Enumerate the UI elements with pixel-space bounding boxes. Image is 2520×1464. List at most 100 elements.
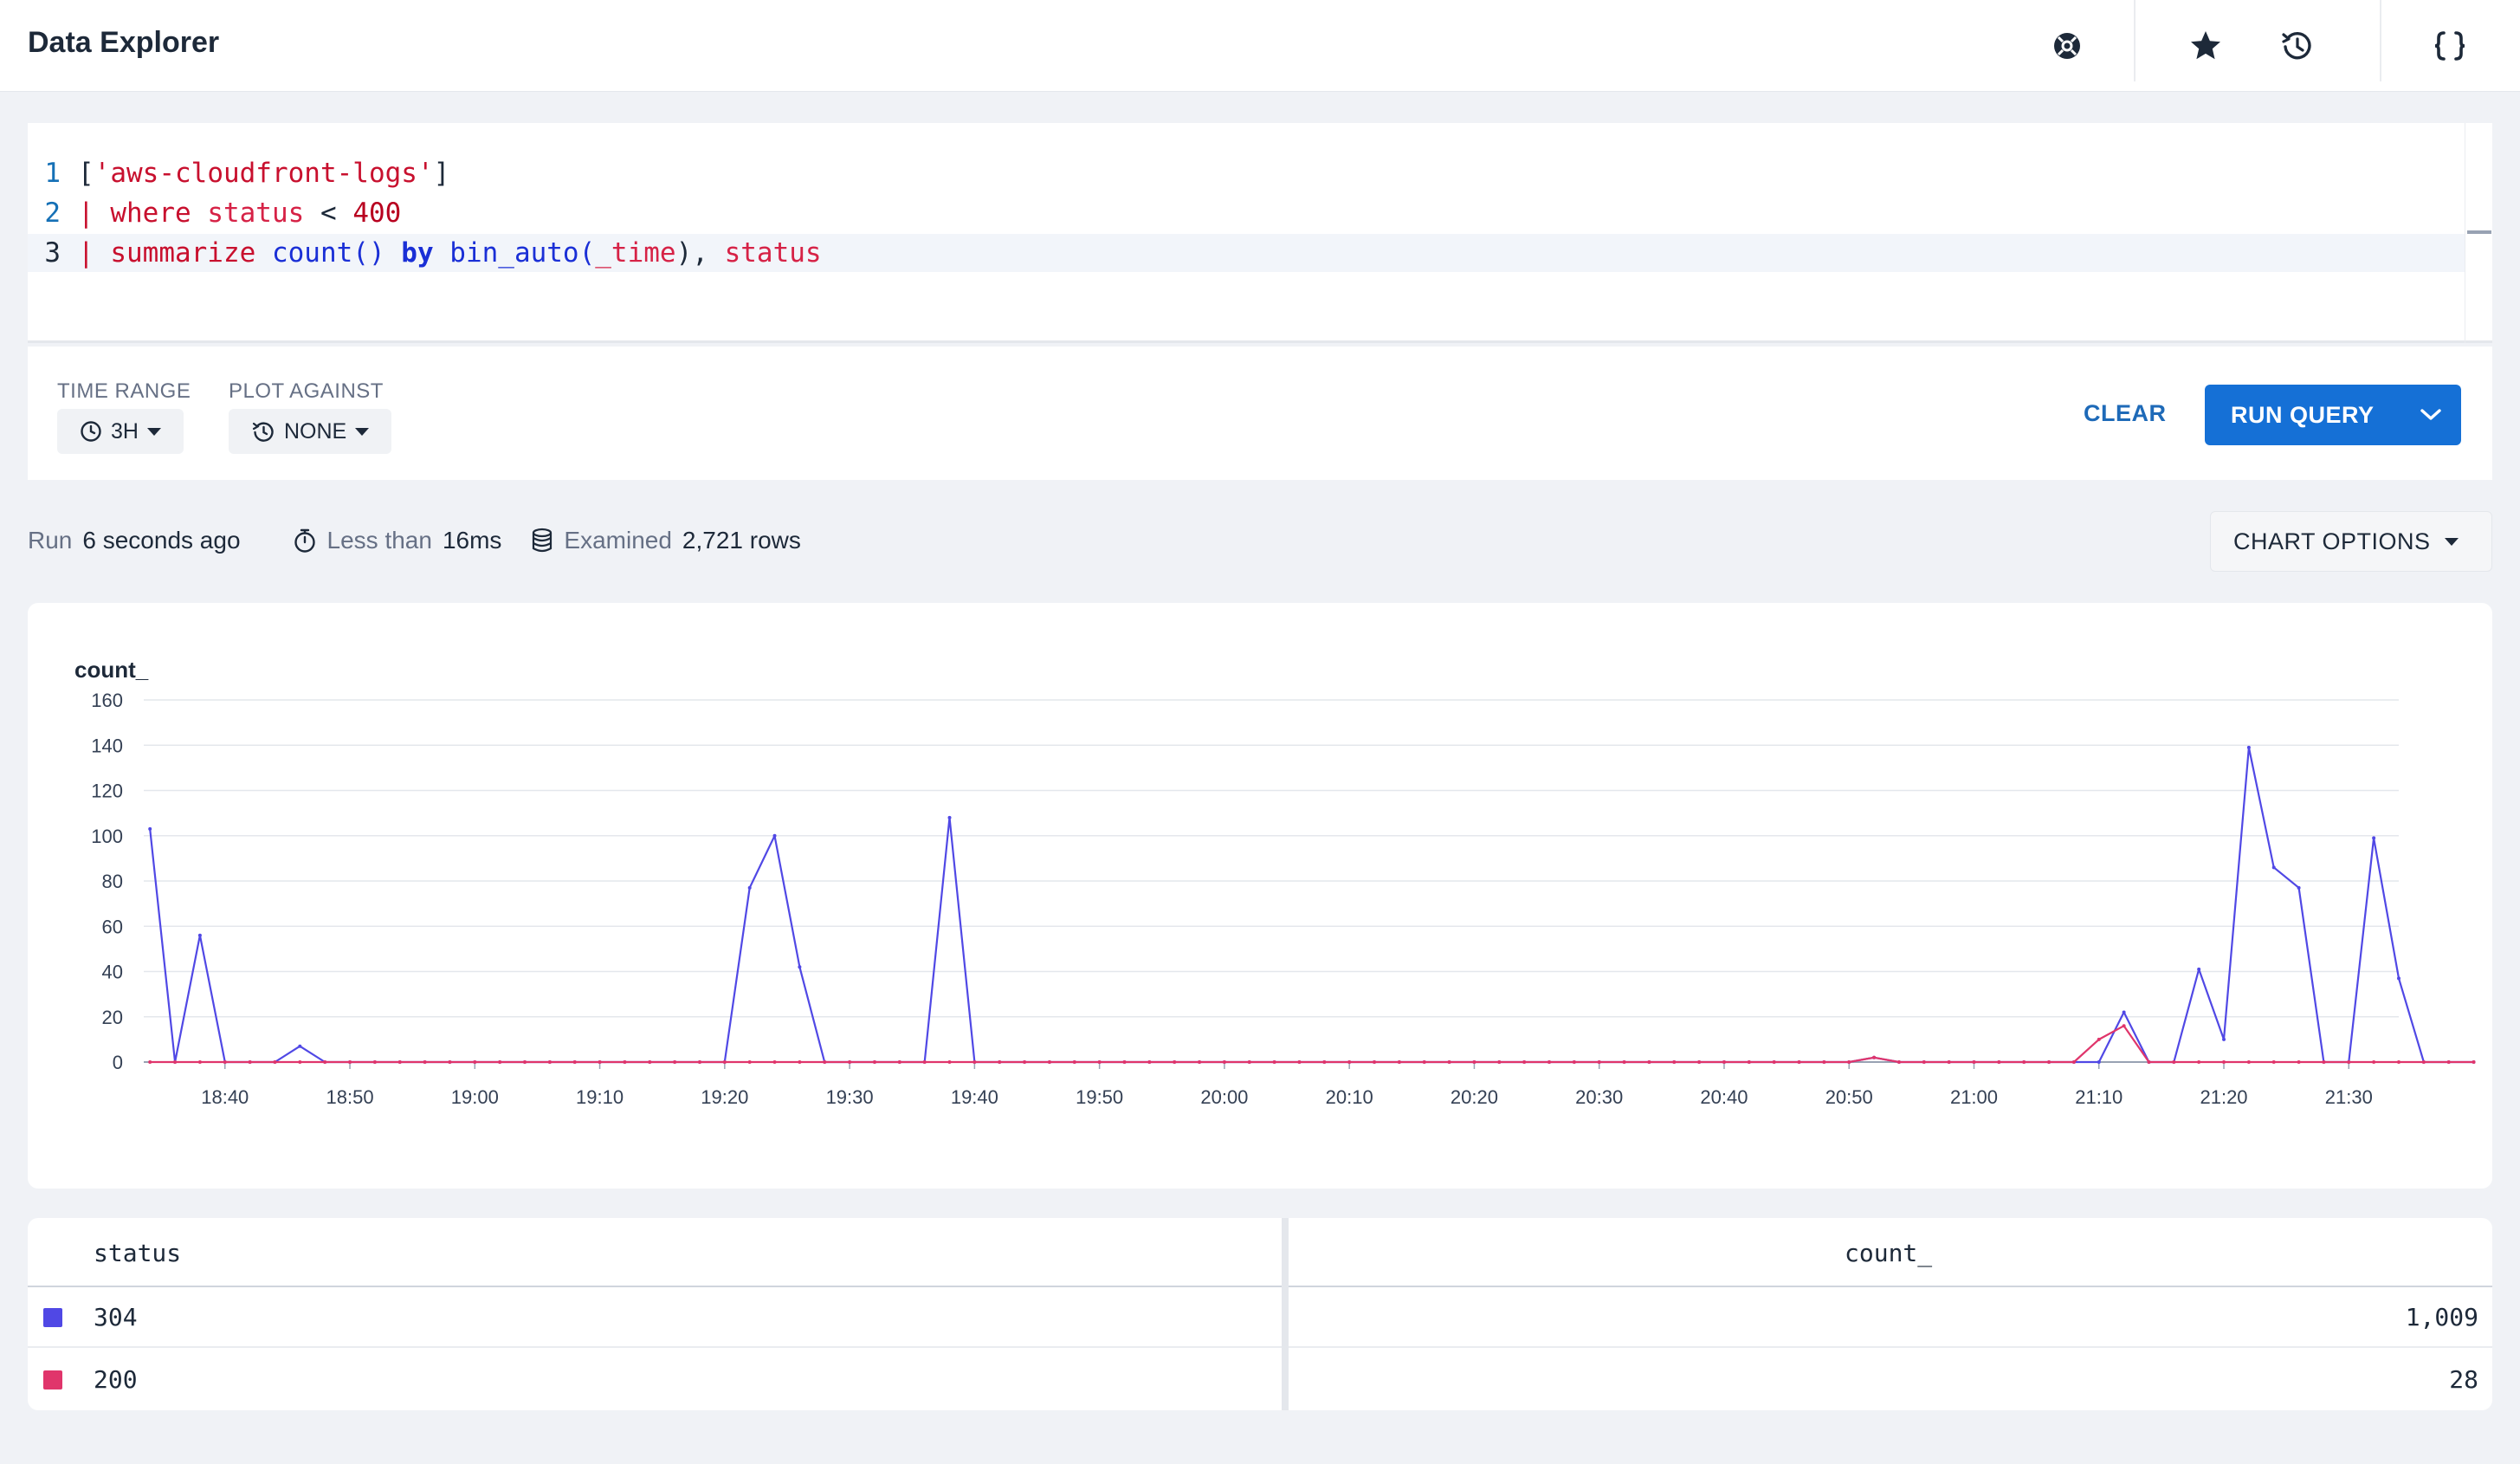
data-point-200[interactable] [1822, 1060, 1826, 1064]
data-point-200[interactable] [772, 1060, 777, 1064]
data-point-200[interactable] [1072, 1060, 1076, 1064]
data-point-200[interactable] [1722, 1060, 1726, 1064]
data-point-200[interactable] [2397, 1060, 2400, 1064]
data-point-304[interactable] [298, 1044, 302, 1048]
data-point-200[interactable] [2197, 1060, 2201, 1064]
time-range-dropdown[interactable]: 3H [57, 409, 184, 454]
data-point-200[interactable] [423, 1060, 427, 1064]
data-point-200[interactable] [1397, 1060, 1401, 1064]
data-point-200[interactable] [697, 1060, 701, 1064]
data-point-200[interactable] [1497, 1060, 1502, 1064]
data-point-200[interactable] [323, 1060, 327, 1064]
data-point-200[interactable] [2322, 1060, 2326, 1064]
data-point-200[interactable] [1373, 1060, 1377, 1064]
braces-icon[interactable] [2428, 24, 2472, 68]
data-point-200[interactable] [798, 1060, 802, 1064]
star-icon[interactable] [2184, 24, 2227, 68]
data-point-200[interactable] [722, 1060, 727, 1064]
data-point-200[interactable] [623, 1060, 627, 1064]
data-point-200[interactable] [397, 1060, 402, 1064]
data-point-200[interactable] [1222, 1060, 1226, 1064]
data-point-304[interactable] [2097, 1060, 2101, 1064]
data-point-200[interactable] [572, 1060, 577, 1064]
data-point-200[interactable] [1772, 1060, 1776, 1064]
data-point-200[interactable] [1447, 1060, 1451, 1064]
data-point-200[interactable] [1947, 1060, 1951, 1064]
plot-against-dropdown[interactable]: NONE [229, 409, 392, 454]
chart-options-button[interactable]: CHART OPTIONS [2210, 511, 2492, 572]
data-point-200[interactable] [1472, 1060, 1476, 1064]
series-line-304[interactable] [149, 746, 2474, 1064]
data-point-200[interactable] [448, 1060, 452, 1064]
data-point-304[interactable] [2197, 967, 2201, 971]
data-point-200[interactable] [1622, 1060, 1626, 1064]
data-point-200[interactable] [148, 1060, 152, 1064]
data-point-200[interactable] [823, 1060, 827, 1064]
history-icon[interactable] [2276, 24, 2319, 68]
data-point-200[interactable] [298, 1060, 302, 1064]
data-point-200[interactable] [1797, 1060, 1801, 1064]
data-point-304[interactable] [2397, 976, 2400, 981]
data-point-200[interactable] [2372, 1060, 2376, 1064]
data-point-304[interactable] [2297, 885, 2301, 890]
data-point-200[interactable] [648, 1060, 652, 1064]
data-point-200[interactable] [173, 1060, 178, 1064]
data-point-200[interactable] [273, 1060, 277, 1064]
data-point-200[interactable] [1572, 1060, 1576, 1064]
data-point-200[interactable] [2097, 1037, 2101, 1041]
data-point-200[interactable] [1747, 1060, 1751, 1064]
data-point-200[interactable] [673, 1060, 677, 1064]
data-point-304[interactable] [2222, 1037, 2226, 1041]
query-editor[interactable]: 1 ['aws-cloudfront-logs'] 2 | where stat… [28, 123, 2492, 343]
column-header-count[interactable]: count_ [1845, 1239, 1932, 1267]
data-point-200[interactable] [2022, 1060, 2026, 1064]
data-point-200[interactable] [1697, 1060, 1702, 1064]
scrollbar-thumb[interactable] [2467, 230, 2491, 234]
data-point-200[interactable] [1147, 1060, 1152, 1064]
data-point-200[interactable] [1347, 1060, 1352, 1064]
data-point-200[interactable] [1672, 1060, 1677, 1064]
editor-scrollbar[interactable] [2465, 123, 2492, 343]
data-point-200[interactable] [922, 1060, 927, 1064]
data-point-200[interactable] [2172, 1060, 2176, 1064]
data-point-304[interactable] [798, 965, 802, 969]
data-point-200[interactable] [2472, 1060, 2476, 1064]
data-point-200[interactable] [1047, 1060, 1051, 1064]
data-point-200[interactable] [1522, 1060, 1527, 1064]
data-point-304[interactable] [747, 885, 752, 890]
data-point-304[interactable] [148, 826, 152, 831]
data-point-200[interactable] [1097, 1060, 1102, 1064]
data-point-200[interactable] [1122, 1060, 1127, 1064]
data-point-200[interactable] [872, 1060, 876, 1064]
run-query-button[interactable]: RUN QUERY [2205, 385, 2461, 445]
data-point-200[interactable] [2246, 1060, 2251, 1064]
data-point-200[interactable] [1997, 1060, 2001, 1064]
data-point-200[interactable] [1173, 1060, 1177, 1064]
data-point-200[interactable] [1247, 1060, 1251, 1064]
data-point-200[interactable] [523, 1060, 527, 1064]
data-point-200[interactable] [998, 1060, 1002, 1064]
data-point-200[interactable] [1922, 1060, 1926, 1064]
data-point-200[interactable] [1597, 1060, 1601, 1064]
line-chart[interactable]: 0 20 40 60 80 100 120 140 160 18:40 18:50 19:00 19:1… [28, 603, 2492, 1189]
data-point-200[interactable] [848, 1060, 852, 1064]
data-point-200[interactable] [197, 1060, 202, 1064]
data-point-200[interactable] [223, 1060, 227, 1064]
data-point-200[interactable] [2271, 1060, 2276, 1064]
column-resize-handle[interactable] [1282, 1218, 1289, 1410]
data-point-304[interactable] [772, 833, 777, 838]
data-point-200[interactable] [1896, 1060, 1901, 1064]
data-point-304[interactable] [2246, 745, 2251, 749]
column-header-status[interactable]: status [94, 1239, 181, 1267]
data-point-200[interactable] [1872, 1055, 1877, 1059]
data-point-200[interactable] [1647, 1060, 1651, 1064]
data-point-200[interactable] [1297, 1060, 1302, 1064]
data-point-200[interactable] [1198, 1060, 1202, 1064]
data-point-200[interactable] [2421, 1060, 2426, 1064]
data-point-200[interactable] [498, 1060, 502, 1064]
data-point-200[interactable] [2347, 1060, 2351, 1064]
data-point-200[interactable] [2122, 1024, 2126, 1028]
data-point-200[interactable] [2147, 1060, 2151, 1064]
data-point-304[interactable] [2271, 865, 2276, 870]
data-point-200[interactable] [1422, 1060, 1426, 1064]
